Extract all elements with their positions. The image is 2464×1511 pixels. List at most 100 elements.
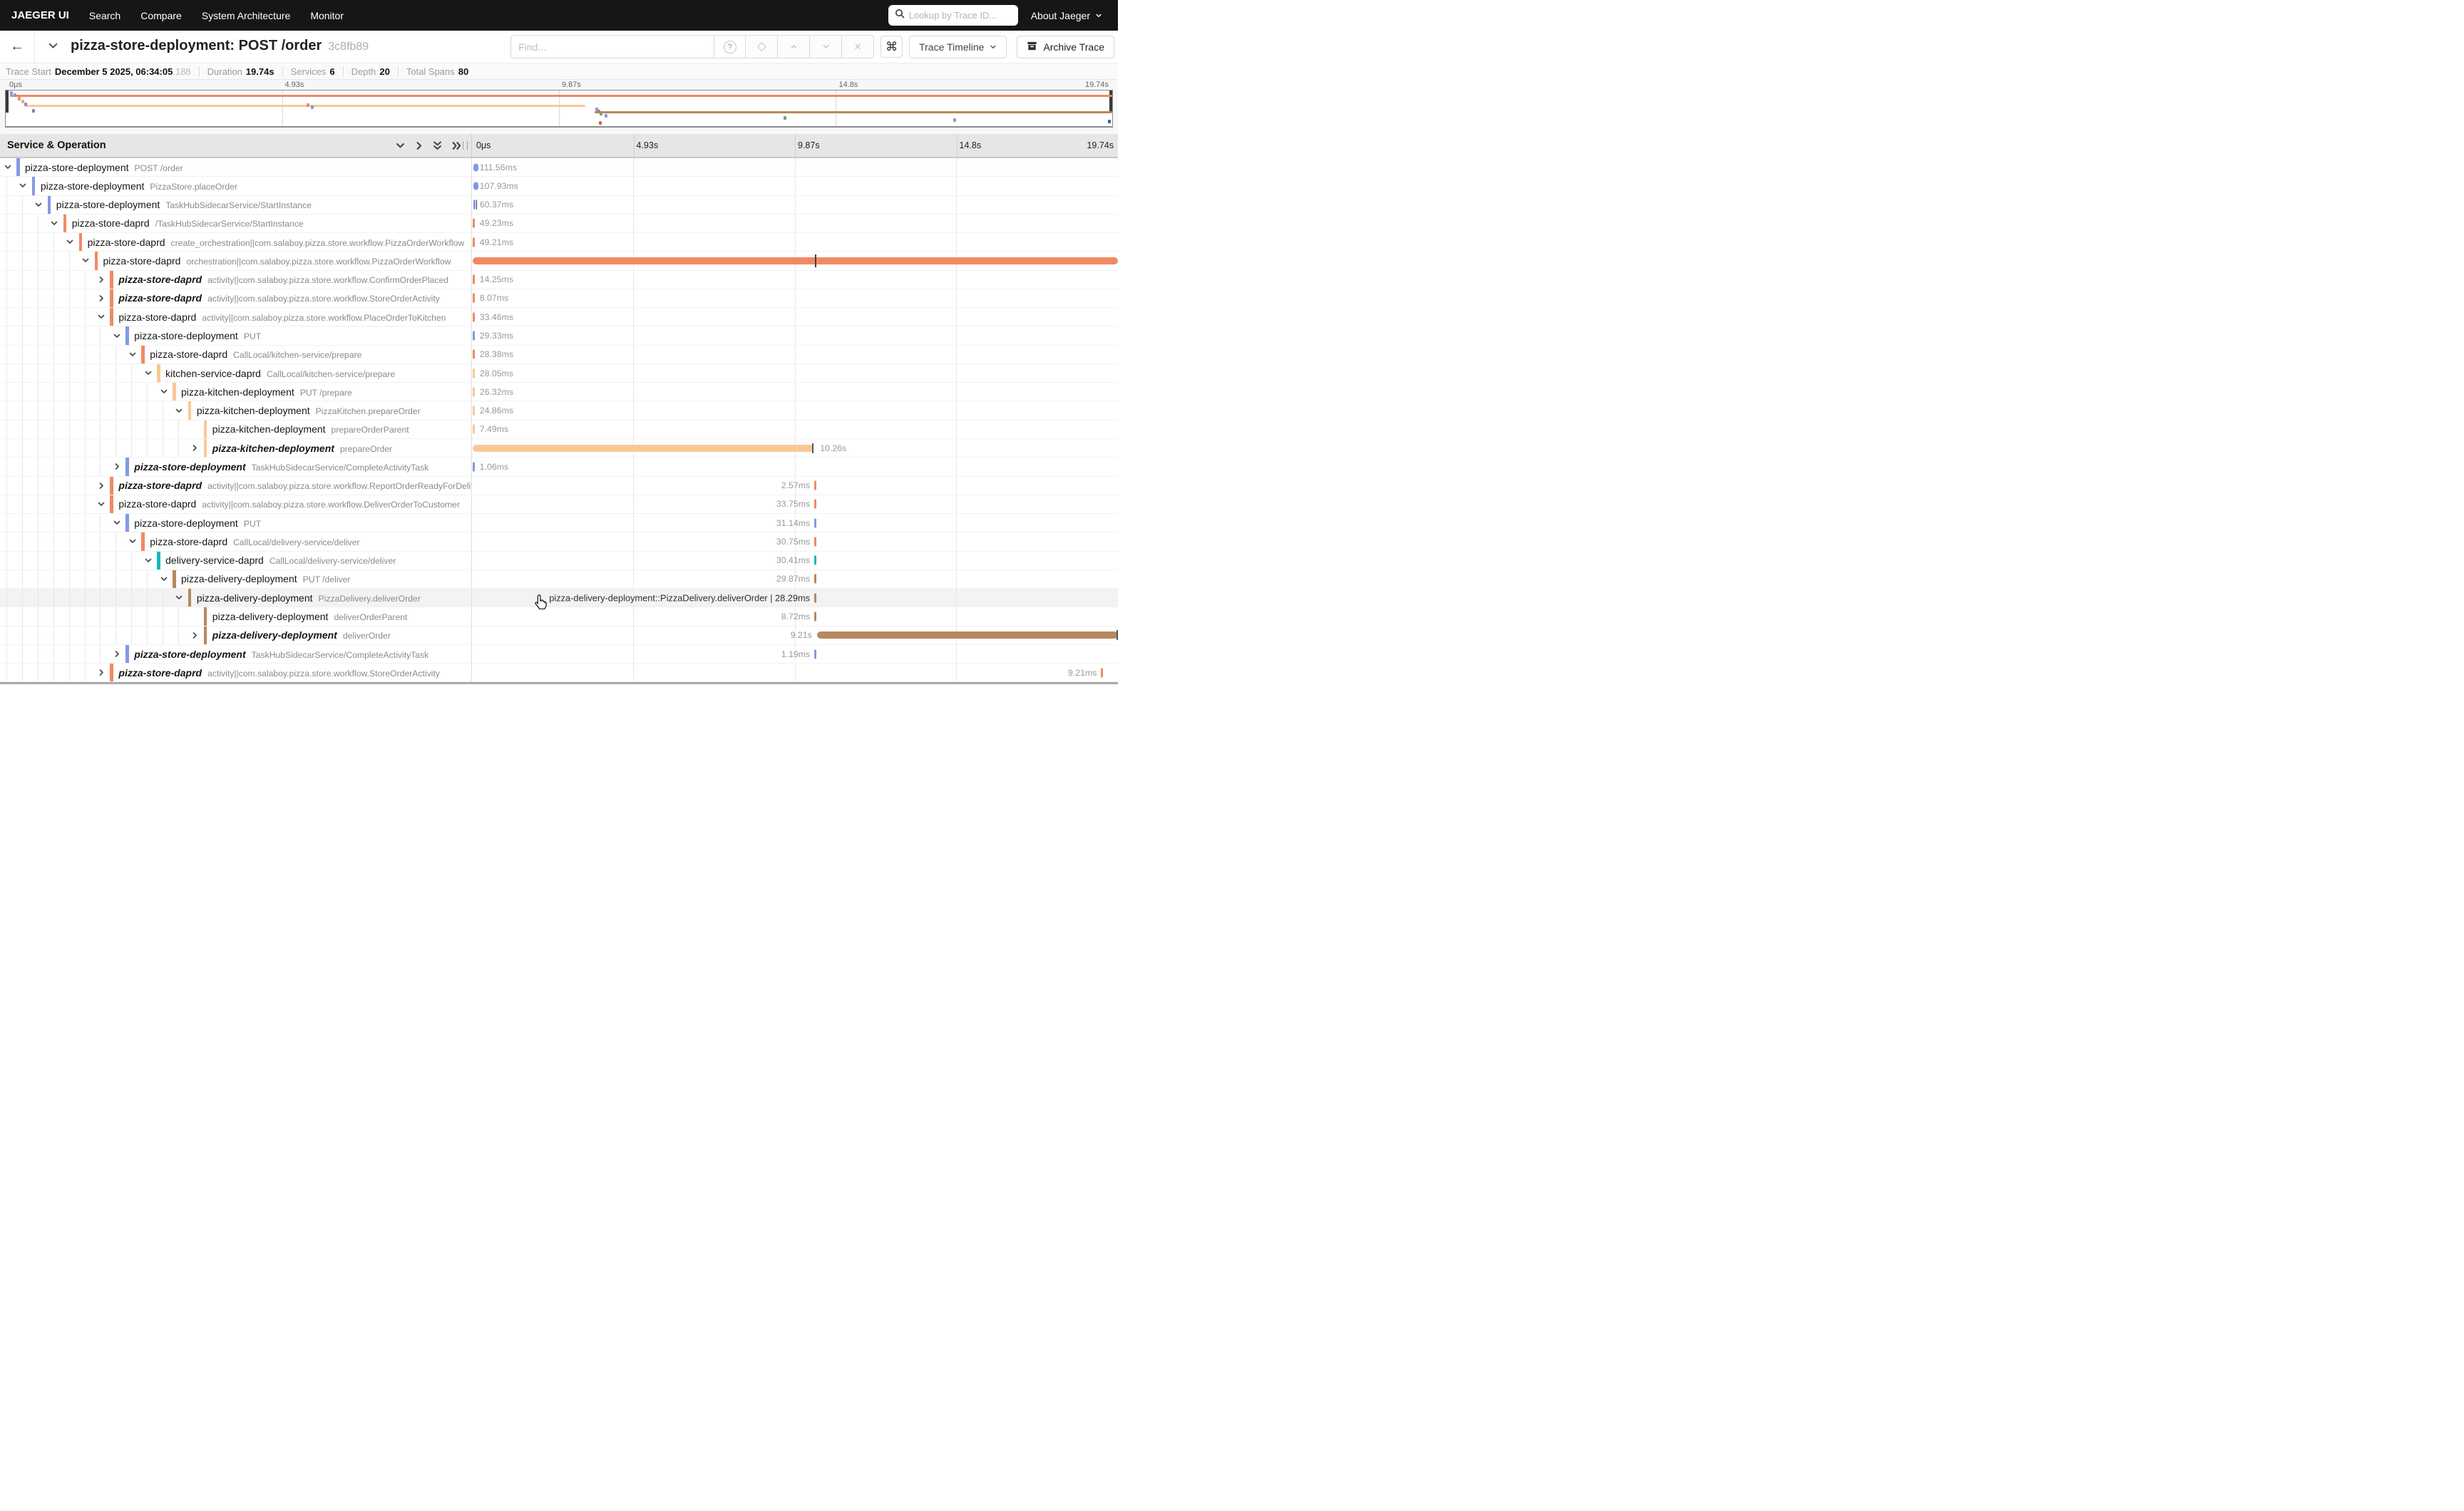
span-row-timeline[interactable]: 30.41ms: [471, 552, 1118, 569]
span-row-timeline[interactable]: 9.21s: [471, 626, 1118, 644]
next-result-button[interactable]: [810, 35, 842, 58]
span-row[interactable]: pizza-kitchen-deploymentprepareOrder10.2…: [0, 439, 1118, 458]
app-logo[interactable]: JAEGER UI: [11, 9, 69, 21]
span-bar[interactable]: [473, 425, 475, 434]
archive-trace-button[interactable]: Archive Trace: [1017, 36, 1114, 58]
nav-item-search[interactable]: Search: [89, 10, 120, 21]
span-row-timeline[interactable]: 30.75ms: [471, 532, 1118, 550]
span-bar[interactable]: [473, 406, 475, 416]
span-row-timeline[interactable]: 8.07ms: [471, 289, 1118, 307]
span-row-timeline[interactable]: 28.05ms: [471, 364, 1118, 382]
trace-view-dropdown[interactable]: Trace Timeline: [909, 36, 1007, 58]
span-row-timeline[interactable]: 49.23ms: [471, 215, 1118, 232]
span-bar[interactable]: [814, 593, 816, 602]
span-row[interactable]: pizza-kitchen-deploymentPizzaKitchen.pre…: [0, 401, 1118, 420]
span-bar[interactable]: [817, 631, 1118, 639]
chevron-right-icon[interactable]: [96, 481, 106, 490]
span-row-timeline[interactable]: 9.21ms: [471, 664, 1118, 681]
span-row[interactable]: pizza-kitchen-deploymentPUT /prepare26.3…: [0, 383, 1118, 401]
span-bar[interactable]: [814, 574, 816, 584]
chevron-down-icon[interactable]: [112, 518, 121, 527]
collapse-one-icon[interactable]: [394, 140, 406, 151]
span-bar[interactable]: [473, 200, 478, 210]
span-row[interactable]: pizza-store-daprdactivity||com.salaboy.p…: [0, 664, 1118, 682]
span-row-timeline[interactable]: 2.57ms: [471, 477, 1118, 495]
expand-all-icon[interactable]: [450, 140, 461, 151]
span-row[interactable]: delivery-service-daprdCallLocal/delivery…: [0, 552, 1118, 570]
chevron-down-icon[interactable]: [66, 237, 75, 247]
column-resizer[interactable]: [463, 141, 468, 150]
span-row-timeline[interactable]: 10.26s: [471, 439, 1118, 457]
chevron-down-icon[interactable]: [3, 163, 12, 172]
nav-item-compare[interactable]: Compare: [140, 10, 182, 21]
span-row-timeline[interactable]: 8.72ms: [471, 607, 1118, 625]
span-row[interactable]: pizza-store-daprdactivity||com.salaboy.p…: [0, 271, 1118, 289]
span-bar[interactable]: [473, 445, 813, 452]
chevron-down-icon[interactable]: [96, 500, 106, 509]
span-bar[interactable]: [473, 257, 1118, 264]
trace-id-search[interactable]: [888, 5, 1018, 26]
span-bar[interactable]: [473, 331, 475, 341]
span-row[interactable]: pizza-store-deploymentPOST /order111.56m…: [0, 158, 1118, 177]
span-bar[interactable]: [473, 368, 475, 378]
trace-id-input[interactable]: [909, 10, 1012, 21]
span-row[interactable]: pizza-store-daprdactivity||com.salaboy.p…: [0, 477, 1118, 495]
span-bar[interactable]: [473, 294, 475, 303]
chevron-down-icon[interactable]: [159, 574, 168, 584]
span-row-timeline[interactable]: 31.14ms: [471, 514, 1118, 532]
span-row-timeline[interactable]: 1.19ms: [471, 645, 1118, 663]
span-row-timeline[interactable]: 111.56ms: [471, 158, 1118, 176]
chevron-down-icon[interactable]: [175, 406, 184, 416]
find-input[interactable]: [510, 35, 714, 58]
find-help[interactable]: ?: [714, 35, 746, 58]
span-row[interactable]: pizza-store-daprdactivity||com.salaboy.p…: [0, 289, 1118, 308]
span-row[interactable]: pizza-delivery-deploymentPizzaDelivery.d…: [0, 589, 1118, 607]
minimap-right-handle[interactable]: [1109, 91, 1112, 113]
clear-find-button[interactable]: ✕: [842, 35, 874, 58]
span-row-timeline[interactable]: 107.93ms: [471, 177, 1118, 195]
span-bar[interactable]: [814, 556, 816, 565]
span-bar[interactable]: [473, 219, 475, 228]
minimap-left-handle[interactable]: [6, 91, 9, 113]
span-row[interactable]: pizza-store-deploymentTaskHubSidecarServ…: [0, 458, 1118, 476]
keyboard-shortcuts-button[interactable]: ⌘: [881, 36, 903, 58]
span-row[interactable]: pizza-store-daprdcreate_orchestration||c…: [0, 233, 1118, 252]
span-row[interactable]: pizza-store-deploymentPizzaStore.placeOr…: [0, 177, 1118, 195]
span-bar[interactable]: [473, 237, 475, 247]
focus-span-button[interactable]: [746, 35, 778, 58]
span-row-timeline[interactable]: pizza-delivery-deployment::PizzaDelivery…: [471, 589, 1118, 607]
chevron-down-icon[interactable]: [143, 556, 153, 565]
span-row[interactable]: pizza-store-daprdactivity||com.salaboy.p…: [0, 495, 1118, 514]
span-row-timeline[interactable]: 49.21ms: [471, 233, 1118, 251]
chevron-right-icon[interactable]: [112, 462, 121, 471]
chevron-down-icon[interactable]: [128, 350, 137, 359]
span-row[interactable]: pizza-store-daprdorchestration||com.sala…: [0, 252, 1118, 270]
span-row[interactable]: pizza-delivery-deploymentdeliverOrderPar…: [0, 607, 1118, 626]
span-row[interactable]: kitchen-service-daprdCallLocal/kitchen-s…: [0, 364, 1118, 383]
span-row[interactable]: pizza-store-deploymentPUT31.14ms: [0, 514, 1118, 532]
chevron-down-icon[interactable]: [96, 312, 106, 321]
span-bar[interactable]: [473, 182, 478, 190]
expand-one-icon[interactable]: [413, 140, 424, 151]
chevron-down-icon[interactable]: [34, 200, 43, 210]
span-row[interactable]: pizza-delivery-deploymentPUT /deliver29.…: [0, 570, 1118, 589]
span-row-timeline[interactable]: [471, 252, 1118, 269]
span-row[interactable]: pizza-delivery-deploymentdeliverOrder9.2…: [0, 626, 1118, 645]
chevron-down-icon[interactable]: [143, 368, 153, 378]
span-row[interactable]: pizza-store-deploymentTaskHubSidecarServ…: [0, 196, 1118, 215]
chevron-down-icon[interactable]: [128, 537, 137, 546]
chevron-right-icon[interactable]: [190, 631, 200, 640]
collapse-all-icon[interactable]: [431, 140, 443, 151]
span-bar[interactable]: [473, 387, 475, 396]
span-bar[interactable]: [1101, 668, 1103, 677]
span-row[interactable]: pizza-store-daprdCallLocal/delivery-serv…: [0, 532, 1118, 551]
span-bar[interactable]: [473, 312, 475, 321]
span-bar[interactable]: [814, 481, 816, 490]
span-bar[interactable]: [814, 500, 816, 509]
span-row-timeline[interactable]: 14.25ms: [471, 271, 1118, 289]
chevron-right-icon[interactable]: [96, 668, 106, 677]
chevron-right-icon[interactable]: [112, 649, 121, 659]
nav-item-monitor[interactable]: Monitor: [310, 10, 344, 21]
span-bar[interactable]: [473, 275, 475, 284]
nav-item-system-architecture[interactable]: System Architecture: [202, 10, 291, 21]
